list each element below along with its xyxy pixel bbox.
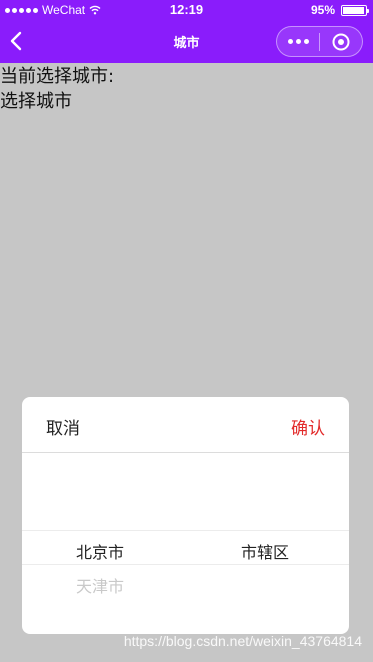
cancel-button[interactable]: 取消 (46, 414, 80, 439)
city-select-trigger[interactable]: 选择城市 (0, 89, 373, 114)
watermark: https://blog.csdn.net/weixin_43764814 (123, 633, 362, 649)
battery-status: 95% (310, 3, 369, 17)
province-option[interactable]: 天津市 (76, 573, 124, 597)
confirm-button[interactable]: 确认 (291, 414, 325, 439)
target-circle-icon (332, 33, 350, 50)
capsule-menu (276, 26, 363, 57)
status-bar: WeChat 12:19 95% (0, 0, 373, 20)
picker-header: 取消 确认 (22, 397, 349, 453)
more-dots-icon (287, 39, 293, 44)
picker-selection-top-line (22, 530, 349, 531)
more-button[interactable] (277, 27, 319, 56)
picker-selection-bottom-line (22, 564, 349, 565)
province-selected[interactable]: 北京市 (76, 539, 124, 563)
battery-percent: 95% (310, 3, 335, 17)
current-city-label: 当前选择城市: (0, 66, 115, 87)
district-selected[interactable]: 市辖区 (241, 539, 289, 563)
battery-icon (341, 4, 369, 16)
page-content: 当前选择城市: 选择城市 (0, 64, 373, 114)
close-button[interactable] (320, 27, 362, 56)
city-picker: 取消 确认 北京市 天津市 市辖区 (22, 397, 349, 634)
nav-bar: 城市 (0, 20, 373, 63)
